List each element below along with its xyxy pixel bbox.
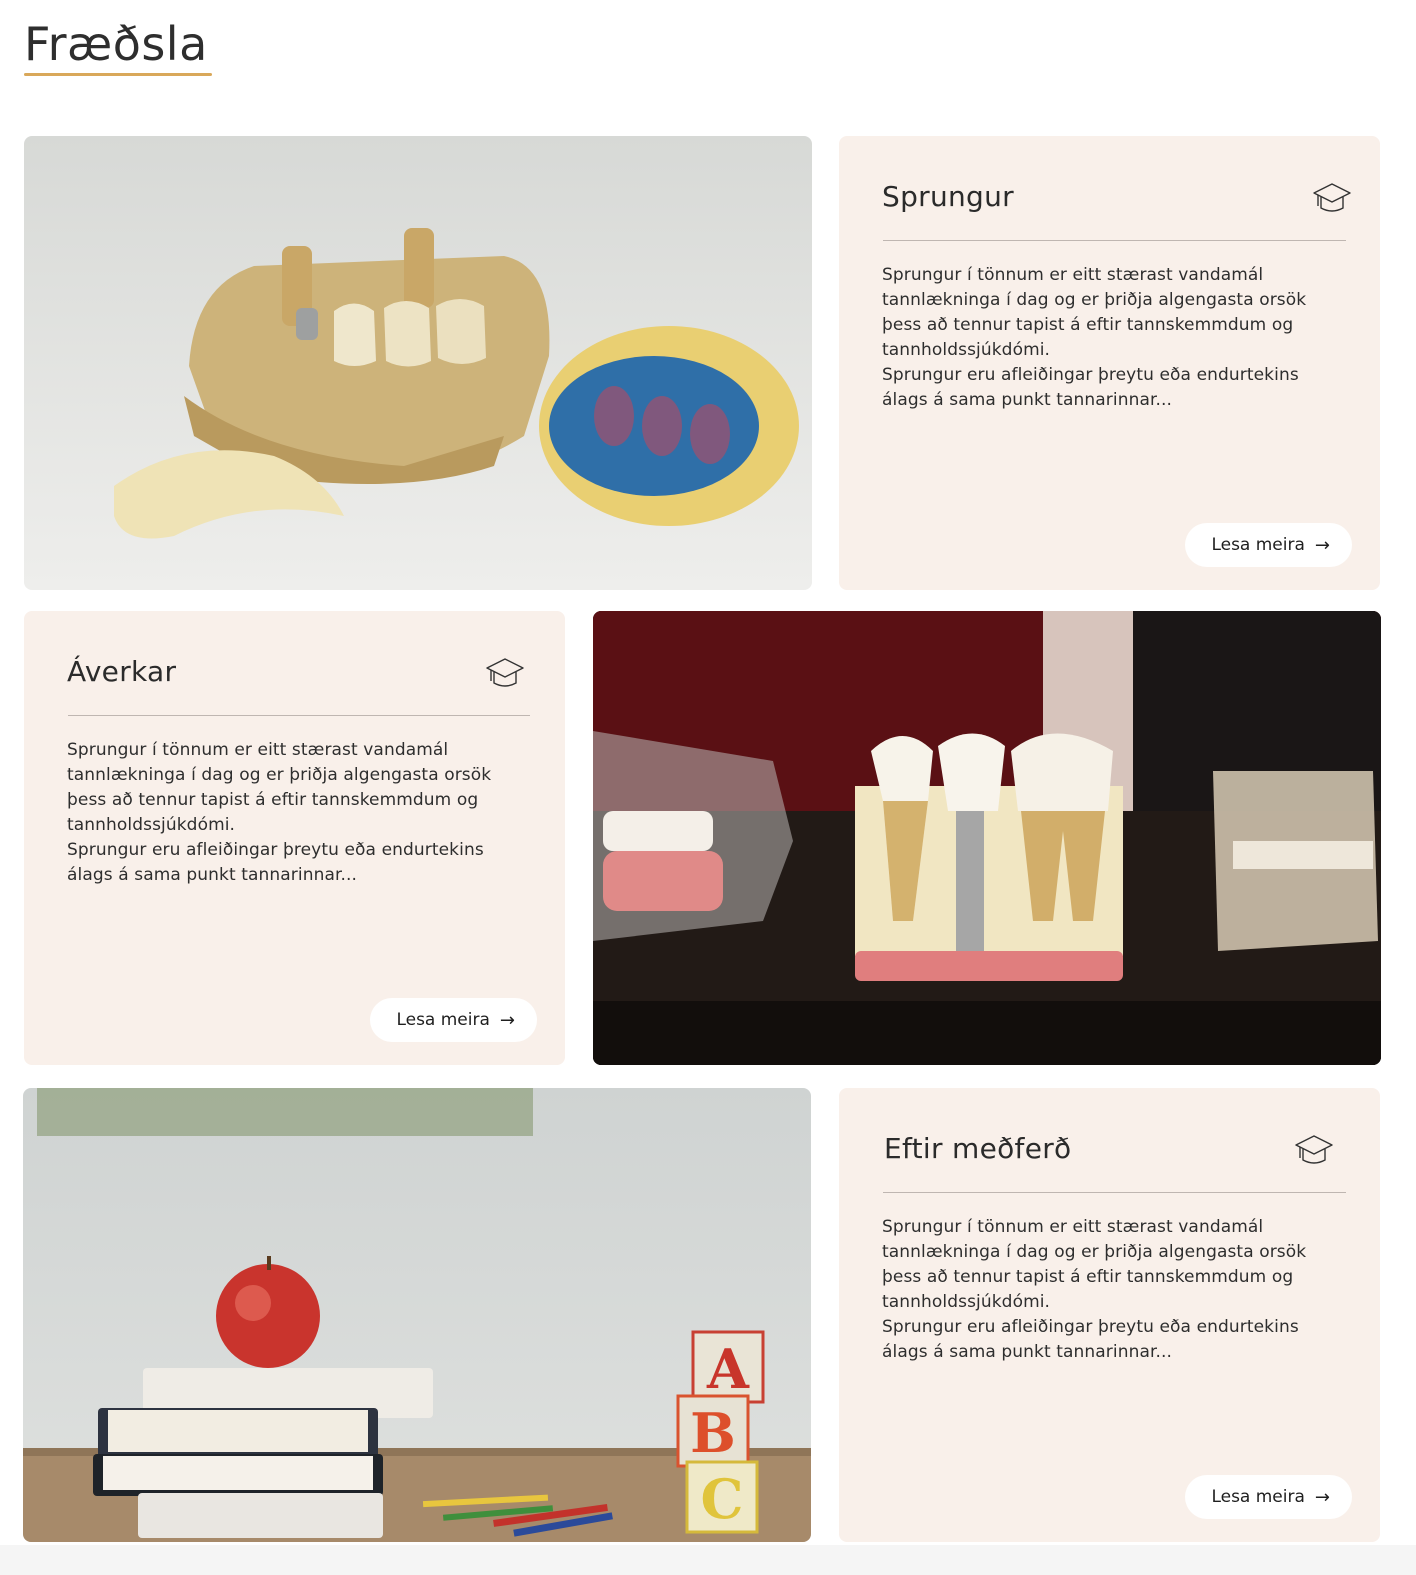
page-title: Fræðsla bbox=[24, 17, 208, 71]
card-title: Eftir meðferð bbox=[884, 1132, 1072, 1165]
card-title: Áverkar bbox=[67, 655, 177, 688]
arrow-right-icon: → bbox=[1314, 1486, 1330, 1508]
read-more-button[interactable]: Lesa meira → bbox=[1185, 1475, 1352, 1519]
graduation-cap-icon bbox=[1295, 1135, 1333, 1164]
card-text: Sprungur í tönnum er eitt stærast vandam… bbox=[67, 740, 492, 885]
apple-books-abc-blocks-photo: A B C bbox=[23, 1088, 811, 1542]
card-text: Sprungur í tönnum er eitt stærast vandam… bbox=[882, 265, 1307, 410]
arrow-right-icon: → bbox=[499, 1009, 515, 1031]
svg-text:A: A bbox=[706, 1337, 750, 1401]
arrow-right-icon: → bbox=[1314, 534, 1330, 556]
read-more-label: Lesa meira bbox=[1211, 1487, 1305, 1507]
card-text: Sprungur í tönnum er eitt stærast vandam… bbox=[882, 1217, 1307, 1362]
card-divider bbox=[883, 240, 1346, 241]
read-more-label: Lesa meira bbox=[396, 1010, 490, 1030]
graduation-cap-icon bbox=[1313, 183, 1351, 212]
svg-text:B: B bbox=[690, 1401, 736, 1465]
dental-model-photo bbox=[24, 136, 812, 590]
card-divider bbox=[883, 1192, 1346, 1193]
bottom-strip bbox=[0, 1545, 1416, 1575]
read-more-label: Lesa meira bbox=[1211, 535, 1305, 555]
education-card-sprungur: Sprungur Sprungur í tönnum er eitt stæra… bbox=[839, 136, 1380, 590]
read-more-button[interactable]: Lesa meira → bbox=[1185, 523, 1352, 567]
education-card-averkar: Áverkar Sprungur í tönnum er eitt stæras… bbox=[24, 611, 565, 1065]
dental-implant-model-photo bbox=[593, 611, 1381, 1065]
read-more-button[interactable]: Lesa meira → bbox=[370, 998, 537, 1042]
education-card-eftir-medferd: Eftir meðferð Sprungur í tönnum er eitt … bbox=[839, 1088, 1380, 1542]
card-divider bbox=[68, 715, 530, 716]
graduation-cap-icon bbox=[486, 658, 524, 687]
title-underline bbox=[24, 73, 212, 76]
svg-text:C: C bbox=[701, 1467, 744, 1531]
card-title: Sprungur bbox=[882, 180, 1014, 213]
